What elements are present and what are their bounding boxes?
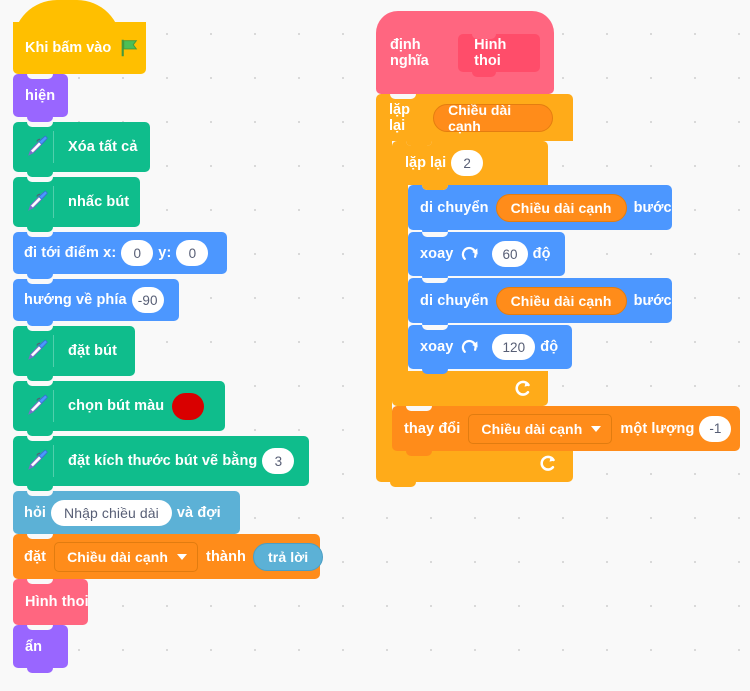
block-call-hinh-thoi[interactable]: Hình thoi <box>13 579 89 630</box>
block-point-direction-label: hướng về phía <box>24 292 127 308</box>
custom-block-prototype[interactable]: Hình thoi <box>458 33 540 77</box>
block-move-steps-1[interactable]: di chuyển Chiều dài cạnh bước <box>408 185 672 235</box>
hat-block-when-flag-clicked[interactable]: Khi bấm vào <box>13 0 146 79</box>
block-set-pen-size-label: đặt kích thước bút vẽ bằng <box>68 453 258 469</box>
block-set-pen-color[interactable]: chọn bút màu <box>13 381 225 436</box>
loop-arrow-icon <box>515 380 531 396</box>
repeat-inner-spine <box>392 185 408 371</box>
block-pen-down-label: đặt bút <box>68 343 118 359</box>
block-move-steps-2[interactable]: di chuyển Chiều dài cạnh bước <box>408 278 672 328</box>
reporter-answer[interactable]: trả lời <box>253 542 324 571</box>
chevron-down-icon <box>177 553 188 560</box>
ask-question-input[interactable]: Nhập chiều dài <box>51 499 172 526</box>
block-turn-2-label-post: độ <box>540 339 559 355</box>
pen-icon <box>23 448 49 474</box>
repeat-inner-mouth-notch <box>422 185 448 190</box>
repeat-outer-mouth-notch <box>406 141 432 146</box>
change-variable-dropdown-value: Chiều dài cạnh <box>481 420 583 437</box>
block-turn-2-label-pre: xoay <box>420 339 454 355</box>
block-set-pen-size[interactable]: đặt kích thước bút vẽ bằng 3 <box>13 436 309 491</box>
change-variable-amount-input[interactable]: -1 <box>699 415 732 442</box>
pen-icon-divider <box>53 390 54 422</box>
block-change-variable[interactable]: thay đổi Chiều dài cạnh một lượng -1 <box>392 406 740 456</box>
repeat-outer-label: lặp lại <box>389 101 410 134</box>
block-move-2-label-pre: di chuyển <box>420 292 489 309</box>
block-move-2-label-post: bước <box>633 292 672 309</box>
turn-2-degrees-input[interactable]: 120 <box>492 334 536 360</box>
turn-1-degrees-input[interactable]: 60 <box>492 241 528 267</box>
block-ask-label-post: và đợi <box>176 504 221 521</box>
block-goto-xy-label-y: y: <box>158 245 172 261</box>
pen-icon-divider <box>53 186 54 218</box>
block-turn-1-label-post: độ <box>532 246 551 262</box>
block-hide[interactable]: ẩn <box>13 625 68 673</box>
pen-icon-divider <box>53 131 54 163</box>
block-goto-xy[interactable]: đi tới điểm x: 0 y: 0 <box>13 232 227 279</box>
blocks-workspace[interactable]: Khi bấm vào hiện Xóa tất cả nhấc bút đi … <box>0 0 750 691</box>
turn-right-icon <box>462 339 479 353</box>
repeat-inner-foot[interactable] <box>392 371 548 411</box>
block-ask-and-wait[interactable]: hỏi Nhập chiều dài và đợi <box>13 491 240 539</box>
block-point-in-direction[interactable]: hướng về phía -90 <box>13 279 179 326</box>
chevron-down-icon <box>591 425 602 432</box>
set-variable-dropdown[interactable]: Chiều dài cạnh <box>54 541 199 572</box>
goto-y-input[interactable]: 0 <box>176 240 209 266</box>
block-turn-right-2[interactable]: xoay 120 độ <box>408 325 572 374</box>
pen-icon <box>23 338 49 364</box>
block-ask-label-pre: hỏi <box>24 504 47 521</box>
block-pen-up[interactable]: nhấc bút <box>13 177 140 232</box>
block-set-pen-color-label: chọn bút màu <box>68 398 165 414</box>
pen-color-swatch[interactable] <box>172 392 205 420</box>
block-turn-1-label-pre: xoay <box>420 246 454 262</box>
goto-x-input[interactable]: 0 <box>121 240 154 266</box>
block-set-var-label-pre: đặt <box>24 548 47 565</box>
block-set-var-label-mid: thành <box>206 548 247 565</box>
set-variable-dropdown-value: Chiều dài cạnh <box>67 548 169 565</box>
hat-label: Khi bấm vào <box>25 40 112 56</box>
repeat-outer-head[interactable]: lặp lại Chiều dài cạnh <box>376 94 573 141</box>
reporter-side-length-move-2[interactable]: Chiều dài cạnh <box>495 286 627 315</box>
repeat-outer-spine <box>376 141 392 444</box>
block-erase-all[interactable]: Xóa tất cả <box>13 122 150 177</box>
definition-hat-hinh-thoi[interactable]: định nghĩa Hình thoi <box>376 11 554 99</box>
repeat-inner-label: lặp lại <box>405 155 447 171</box>
block-set-variable[interactable]: đặt Chiều dài cạnh thành trả lời <box>13 534 324 584</box>
block-show-label: hiện <box>25 87 56 104</box>
direction-input[interactable]: -90 <box>131 287 164 313</box>
reporter-side-length-outer[interactable]: Chiều dài cạnh <box>433 102 553 134</box>
pen-icon-divider <box>53 445 54 477</box>
green-flag-icon <box>121 39 138 57</box>
definition-label: định nghĩa <box>390 36 429 69</box>
block-hide-label: ẩn <box>25 638 43 655</box>
pen-icon <box>23 189 49 215</box>
custom-block-prototype-label: Hình thoi <box>474 36 507 69</box>
block-move-1-label-pre: di chuyển <box>420 199 489 216</box>
block-erase-all-label: Xóa tất cả <box>68 139 138 155</box>
block-change-var-label-mid: một lượng <box>620 420 695 437</box>
block-goto-xy-label-x: đi tới điểm x: <box>24 245 117 261</box>
turn-right-icon <box>462 246 479 260</box>
repeat-inner-head[interactable]: lặp lại 2 <box>392 141 548 185</box>
reporter-side-length-move-1[interactable]: Chiều dài cạnh <box>495 193 627 222</box>
block-pen-up-label: nhấc bút <box>68 194 130 210</box>
pen-icon <box>23 134 49 160</box>
block-call-hinh-thoi-label: Hình thoi <box>25 594 89 610</box>
block-turn-right-1[interactable]: xoay 60 độ <box>408 232 565 281</box>
repeat-inner-times-input[interactable]: 2 <box>451 150 484 176</box>
pen-size-input[interactable]: 3 <box>262 448 295 474</box>
block-show[interactable]: hiện <box>13 74 68 122</box>
loop-arrow-icon <box>540 455 556 471</box>
pen-icon <box>23 393 49 419</box>
change-variable-dropdown[interactable]: Chiều dài cạnh <box>468 413 613 444</box>
block-pen-down[interactable]: đặt bút <box>13 326 135 381</box>
block-move-1-label-post: bước <box>633 199 672 216</box>
pen-icon-divider <box>53 335 54 367</box>
block-change-var-label-pre: thay đổi <box>404 420 461 437</box>
